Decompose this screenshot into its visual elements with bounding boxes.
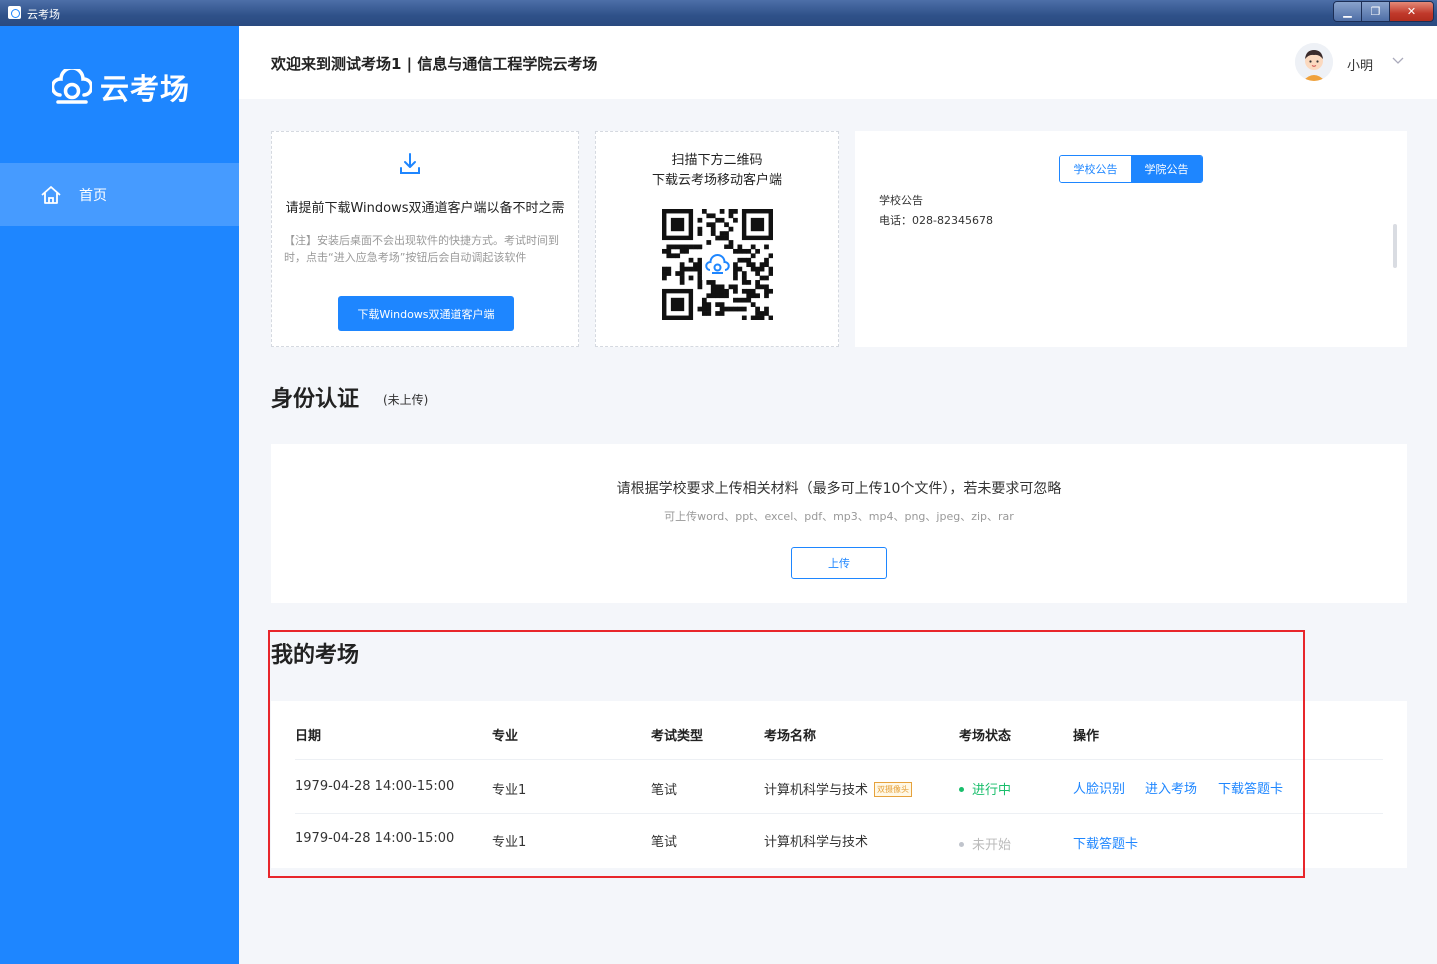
- user-avatar-icon: [1295, 43, 1333, 81]
- username[interactable]: 小明: [1347, 55, 1373, 74]
- window-titlebar: 云考场 ▁ ❐ ✕: [0, 0, 1437, 26]
- identity-status: (未上传): [383, 393, 429, 407]
- qr-code-card: 扫描下方二维码 下载云考场移动客户端: [595, 131, 839, 347]
- qr-code-icon: [662, 209, 773, 320]
- app-icon: [8, 6, 21, 19]
- column-header-type: 考试类型: [651, 729, 704, 744]
- upload-title: 请根据学校要求上传相关材料（最多可上传10个文件），若未要求可忽略: [616, 481, 1062, 497]
- download-answer-sheet-link[interactable]: 下载答题卡: [1218, 778, 1283, 797]
- exams-table: 日期 专业 考试类型 考场名称 考场状态 操作 1979-04-28 14:00…: [271, 701, 1407, 868]
- download-icon: [400, 153, 420, 174]
- tab-school-notice[interactable]: 学校公告: [1060, 156, 1131, 182]
- upload-hint: 可上传word、ppt、excel、pdf、mp3、mp4、png、jpeg、z…: [664, 510, 1014, 523]
- status-text: 未开始: [972, 838, 1012, 853]
- notice-tabs: 学校公告 学院公告: [1059, 155, 1203, 183]
- tab-college-notice[interactable]: 学院公告: [1131, 156, 1202, 182]
- upload-button[interactable]: 上传: [791, 547, 887, 579]
- cloud-logo-icon: [52, 69, 92, 104]
- sidebar-item-home[interactable]: 首页: [0, 163, 239, 226]
- exam-date: 1979-04-28 14:00-15:00: [295, 779, 455, 794]
- qr-instruction: 扫描下方二维码: [671, 153, 763, 168]
- status-badge: 未开始: [959, 834, 1011, 853]
- download-client-button[interactable]: 下载Windows双通道客户端: [338, 296, 514, 331]
- column-header-major: 专业: [492, 729, 519, 744]
- exam-name: 计算机科学与技术 双摄像头: [764, 779, 913, 798]
- exam-type: 笔试: [651, 783, 678, 798]
- exam-major: 专业1: [492, 783, 527, 798]
- notice-scrollbar[interactable]: [1393, 224, 1397, 268]
- column-header-date: 日期: [295, 729, 322, 744]
- dual-camera-badge: 双摄像头: [874, 782, 913, 797]
- notice-card: 学校公告 学院公告 学校公告 电话：028-82345678: [855, 131, 1407, 347]
- row-divider: [295, 759, 1383, 760]
- status-dot: [959, 787, 964, 792]
- maximize-button[interactable]: ❐: [1362, 2, 1390, 21]
- exam-date: 1979-04-28 14:00-15:00: [295, 831, 455, 846]
- identity-section-title: 身份认证: [271, 387, 360, 412]
- page-title: 欢迎来到测试考场1 | 信息与通信工程学院云考场: [271, 55, 598, 73]
- window-controls: ▁ ❐ ✕: [1333, 1, 1434, 22]
- status-text: 进行中: [972, 783, 1012, 798]
- minimize-button[interactable]: ▁: [1334, 2, 1362, 21]
- column-header-status: 考场状态: [959, 729, 1012, 744]
- column-header-name: 考场名称: [764, 729, 817, 744]
- sidebar-item-label: 首页: [79, 187, 107, 204]
- notice-phone: 电话：028-82345678: [879, 214, 993, 227]
- download-client-card: 请提前下载Windows双通道客户端以备不时之需 【注】安装后桌面不会出现软件的…: [271, 131, 579, 347]
- exam-name: 计算机科学与技术: [764, 835, 869, 850]
- exams-section-title: 我的考场: [271, 643, 360, 668]
- notice-title: 学校公告: [879, 194, 923, 207]
- status-badge: 进行中: [959, 779, 1011, 798]
- status-dot: [959, 842, 964, 847]
- brand-name: 云考场: [100, 72, 191, 106]
- row-divider: [295, 813, 1383, 814]
- exam-type: 笔试: [651, 835, 678, 850]
- face-recognition-link[interactable]: 人脸识别: [1073, 778, 1125, 797]
- qr-description: 下载云考场移动客户端: [651, 173, 782, 188]
- column-header-actions: 操作: [1073, 729, 1100, 744]
- close-button[interactable]: ✕: [1390, 2, 1433, 21]
- home-icon: [41, 185, 61, 204]
- exam-name-text: 计算机科学与技术: [764, 783, 869, 798]
- brand-logo: 云考场: [52, 66, 190, 108]
- download-note: 【注】安装后桌面不会出现软件的快捷方式。考试时间到时，点击“进入应急考场”按钮后…: [284, 234, 559, 264]
- chevron-down-icon[interactable]: [1392, 57, 1404, 65]
- upload-card: 请根据学校要求上传相关材料（最多可上传10个文件），若未要求可忽略 可上传wor…: [271, 444, 1407, 603]
- sidebar: 云考场 首页: [0, 26, 239, 964]
- avatar[interactable]: [1295, 43, 1333, 81]
- download-title: 请提前下载Windows双通道客户端以备不时之需: [285, 201, 565, 216]
- download-answer-sheet-link[interactable]: 下载答题卡: [1073, 833, 1138, 852]
- exam-major: 专业1: [492, 835, 527, 850]
- top-header: 欢迎来到测试考场1 | 信息与通信工程学院云考场 小明: [239, 26, 1437, 99]
- enter-exam-link[interactable]: 进入考场: [1145, 778, 1197, 797]
- window-title: 云考场: [27, 8, 60, 21]
